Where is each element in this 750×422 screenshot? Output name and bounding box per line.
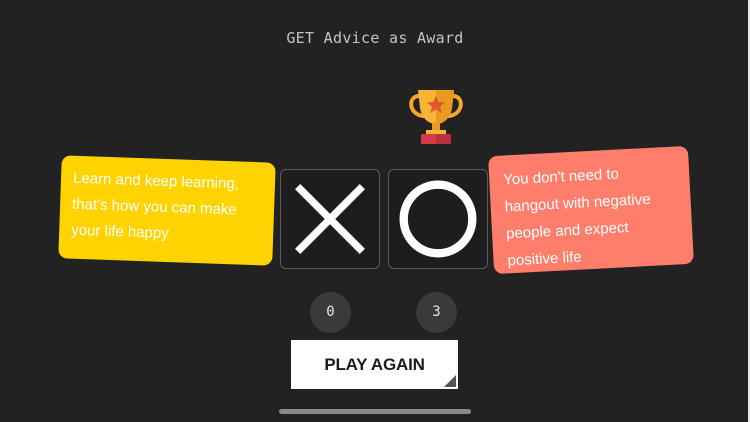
- player-x-score: 0: [310, 292, 351, 333]
- player-o-score: 3: [416, 292, 457, 333]
- game-result-screen: GET Advice as Award Learn and keep learn…: [0, 0, 750, 422]
- advice-card-left: Learn and keep learning, that's how you …: [58, 155, 276, 266]
- player-x-tile: [280, 169, 380, 269]
- x-mark-icon: [295, 184, 365, 254]
- home-indicator[interactable]: [279, 409, 471, 414]
- play-again-label: PLAY AGAIN: [324, 355, 425, 374]
- corner-triangle-icon: [444, 375, 456, 387]
- advice-card-right: You don't need to hangout with negative …: [488, 145, 694, 275]
- page-title: GET Advice as Award: [286, 29, 464, 47]
- player-o-tile: [388, 169, 488, 269]
- trophy-icon: [405, 86, 467, 146]
- play-again-button[interactable]: PLAY AGAIN: [291, 340, 458, 389]
- o-mark-icon: [399, 180, 477, 258]
